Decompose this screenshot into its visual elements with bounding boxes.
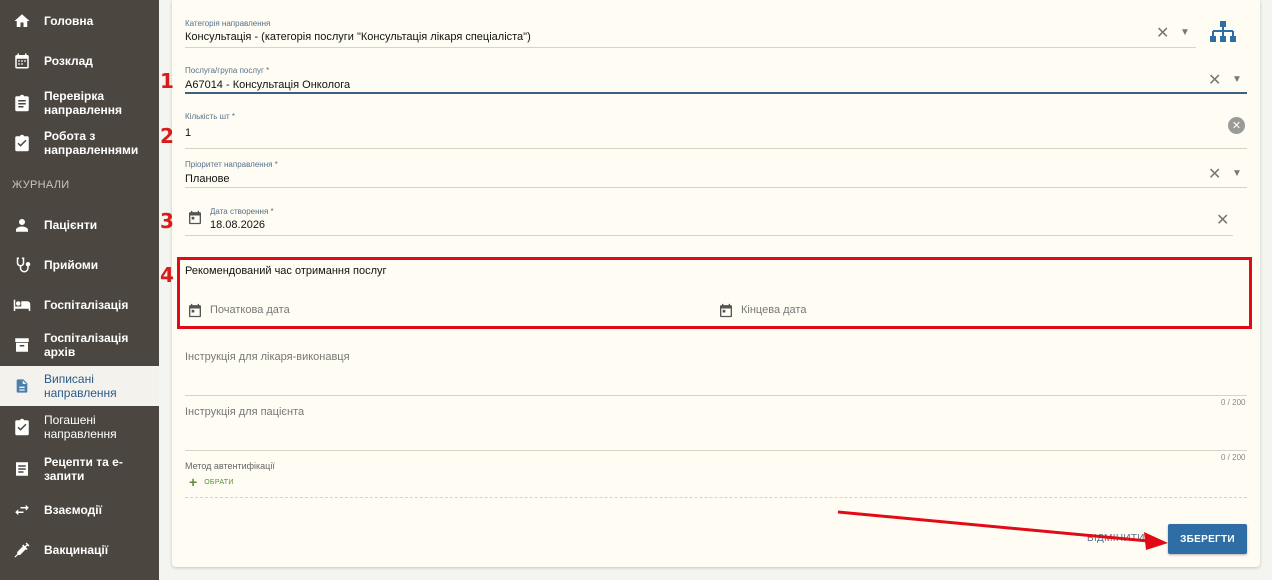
service-underline [185, 92, 1247, 94]
annotation-number-2: 2 [160, 124, 174, 148]
archive-icon [12, 335, 32, 355]
category-label: Категорія направлення [185, 19, 271, 28]
calendar-icon [12, 51, 32, 71]
sidebar-item-label: Розклад [44, 54, 93, 68]
sidebar-item-label: Пацієнти [44, 218, 98, 232]
sidebar-item-redeemed-referrals[interactable]: Погашені направлення [0, 412, 159, 442]
annotation-number-4: 4 [160, 263, 174, 287]
quantity-label: Кількість шт * [185, 112, 236, 121]
auth-method-label: Метод автентифікації [185, 461, 275, 471]
sidebar-item-interactions[interactable]: Взаємодії [0, 497, 159, 523]
sidebar-item-label: Госпіталізація [44, 298, 129, 312]
sidebar-item-hospitalization[interactable]: Госпіталізація [0, 292, 159, 318]
priority-underline [185, 187, 1247, 188]
auth-method-choose-button[interactable]: + ОБРАТИ [189, 474, 234, 490]
priority-dropdown-icon[interactable]: ▼ [1232, 168, 1242, 179]
patient-instructions-counter: 0 / 200 [1221, 453, 1246, 462]
sidebar-item-label: Виписані направлення [44, 372, 117, 400]
sidebar-item-label: Вакцинації [44, 543, 109, 557]
form-divider [185, 497, 1247, 498]
doctor-instructions-counter: 0 / 200 [1221, 398, 1246, 407]
category-field[interactable]: Категорія направлення Консультація - (ка… [185, 19, 531, 43]
recommended-time-title: Рекомендований час отримання послуг [185, 265, 387, 277]
end-date-calendar-icon[interactable] [718, 302, 734, 324]
end-date-input[interactable]: Кінцева дата [741, 304, 806, 316]
category-clear-icon[interactable]: ✕ [1156, 23, 1169, 43]
annotation-number-3: 3 [160, 209, 174, 233]
sidebar-item-appointments[interactable]: Прийоми [0, 252, 159, 278]
start-date-calendar-icon[interactable] [187, 302, 203, 324]
arrow-annotation-icon [837, 510, 1168, 550]
created-date-value: 18.08.2026 [210, 219, 266, 231]
quantity-clear-icon[interactable]: ✕ [1228, 117, 1245, 134]
sidebar-item-label: Перевірка направлення [44, 89, 123, 117]
service-value: A67014 - Консультація Онколога [185, 79, 351, 91]
clipboard-icon [12, 133, 32, 153]
sidebar: Головна Розклад Перевірка направлення Ро… [0, 0, 159, 580]
bed-icon [12, 295, 32, 315]
hierarchy-icon[interactable] [1210, 21, 1236, 48]
sidebar-item-label: Головна [44, 14, 94, 28]
calendar-icon[interactable] [187, 209, 203, 231]
priority-clear-icon[interactable]: ✕ [1208, 164, 1221, 184]
created-date-label: Дата створення * [210, 207, 274, 216]
quantity-underline [185, 148, 1247, 149]
start-date-input[interactable]: Початкова дата [210, 304, 290, 316]
sidebar-item-issued-referrals[interactable]: Виписані направлення [0, 366, 159, 406]
created-date-field[interactable]: Дата створення * 18.08.2026 [210, 207, 274, 231]
created-date-underline [185, 235, 1233, 236]
swap-icon [12, 500, 32, 520]
sidebar-item-home[interactable]: Головна [0, 8, 159, 34]
sidebar-item-hospitalization-archive[interactable]: Госпіталізація архів [0, 331, 159, 359]
sidebar-item-label: Рецепти та е-запити [44, 455, 123, 483]
sidebar-item-label: Робота з направленнями [44, 129, 139, 157]
home-icon [12, 11, 32, 31]
sidebar-item-schedule[interactable]: Розклад [0, 48, 159, 74]
sidebar-item-referral-check[interactable]: Перевірка направлення [0, 88, 159, 118]
service-label: Послуга/група послуг * [185, 66, 270, 75]
doctor-instructions-input[interactable]: Інструкція для лікаря-виконавця [185, 351, 350, 363]
stethoscope-icon [12, 255, 32, 275]
sidebar-item-referral-work[interactable]: Робота з направленнями [0, 128, 159, 158]
service-dropdown-icon[interactable]: ▼ [1232, 74, 1242, 85]
clipboard-done-icon [12, 417, 32, 437]
priority-label: Пріоритет направлення * [185, 160, 278, 169]
sidebar-item-label: Прийоми [44, 258, 99, 272]
patient-instructions-input[interactable]: Інструкція для пацієнта [185, 406, 304, 418]
service-field[interactable]: Послуга/група послуг * A67014 - Консульт… [185, 66, 350, 91]
sidebar-item-patients[interactable]: Пацієнти [0, 212, 159, 238]
priority-value: Планове [185, 173, 230, 185]
receipt-icon [12, 459, 32, 479]
syringe-icon [12, 540, 32, 560]
category-value: Консультація - (категорія послуги "Консу… [185, 31, 531, 43]
doctor-instructions-underline [185, 395, 1247, 396]
plus-icon: + [189, 474, 198, 490]
save-button[interactable]: ЗБЕРЕГТИ [1168, 524, 1247, 554]
sidebar-item-label: Госпіталізація архів [44, 331, 129, 359]
auth-method-choose-label: ОБРАТИ [204, 478, 234, 486]
created-date-clear-icon[interactable]: ✕ [1216, 210, 1229, 230]
sidebar-item-prescriptions[interactable]: Рецепти та е-запити [0, 454, 159, 484]
sidebar-item-label: Взаємодії [44, 503, 102, 517]
clipboard-check-icon [12, 93, 32, 113]
priority-field[interactable]: Пріоритет направлення * Планове [185, 160, 278, 185]
patient-instructions-underline [185, 450, 1247, 451]
category-underline [185, 47, 1196, 48]
section-title-journals: ЖУРНАЛИ [12, 179, 70, 191]
document-icon [12, 376, 32, 396]
category-dropdown-icon[interactable]: ▼ [1180, 27, 1190, 38]
annotation-number-1: 1 [160, 69, 174, 93]
sidebar-item-vaccinations[interactable]: Вакцинації [0, 537, 159, 563]
quantity-value: 1 [185, 127, 192, 139]
sidebar-item-label: Погашені направлення [44, 413, 117, 441]
quantity-field[interactable]: Кількість шт * 1 [185, 112, 235, 139]
service-clear-icon[interactable]: ✕ [1208, 70, 1221, 90]
person-icon [12, 215, 32, 235]
